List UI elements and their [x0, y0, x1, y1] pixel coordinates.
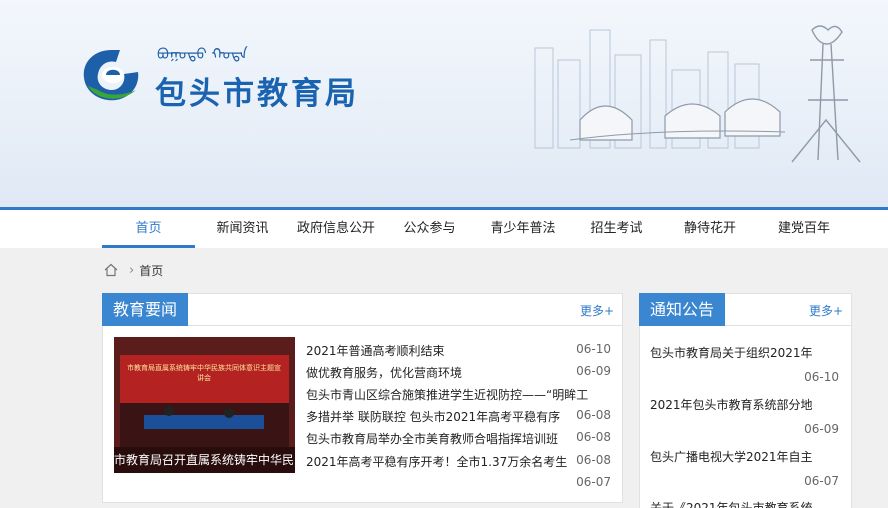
notice-item-date: 06-09 — [804, 422, 839, 436]
notice-item-date: 06-07 — [804, 474, 839, 488]
news-item-title: 做优教育服务，优化营商环境 — [306, 366, 463, 380]
news-item-date: 06-09 — [576, 364, 611, 378]
news-panel-title: 教育要闻 — [102, 293, 189, 326]
notice-panel: 通知公告 更多+ 包头市教育局关于组织2021年 06-10 2021年包头市教… — [639, 293, 852, 508]
news-item[interactable]: 2021年高考平稳有序开考！全市1.37万余名考生 06-08 — [306, 453, 611, 475]
news-item-date: 06-08 — [576, 453, 611, 467]
main-nav: 首页 新闻资讯 政府信息公开 公众参与 青少年普法 招生考试 静待花开 建党百年 — [0, 210, 888, 248]
nav-gov-info[interactable]: 政府信息公开 — [289, 210, 383, 248]
photo-banner-text: 市教育局直属系统铸牢中华民族共同体意识主题宣讲会 — [127, 364, 281, 382]
news-item[interactable]: 多措并举 联防联控 包头市2021年高考平稳有序 06-08 — [306, 408, 611, 430]
notice-item-title[interactable]: 2021年包头市教育系统部分地 — [650, 396, 813, 413]
news-item[interactable]: 2021年普通高考顺利结束 06-10 — [306, 342, 611, 364]
notice-more-link[interactable]: 更多+ — [809, 302, 843, 319]
news-panel: 教育要闻 更多+ 市教育局直属系统铸牢中华民族共同体意识主题宣讲会 市教育局召开… — [102, 293, 623, 503]
nav-home[interactable]: 首页 — [102, 210, 195, 248]
chevron-right-icon: › — [129, 262, 135, 278]
news-panel-header: 教育要闻 更多+ — [102, 293, 622, 326]
news-item[interactable]: 包头市教育局举办全市美育教师合唱指挥培训班 06-08 — [306, 430, 611, 452]
news-item-title: 包头市青山区综合施策推进学生近视防控——“明眸工 — [306, 388, 589, 402]
home-icon[interactable] — [104, 263, 118, 277]
breadcrumb: › 首页 — [104, 261, 163, 279]
nav-news[interactable]: 新闻资讯 — [196, 210, 289, 248]
news-item-title: 2021年普通高考顺利结束 — [306, 344, 445, 358]
logo-icon — [83, 50, 139, 101]
notice-item-date: 06-10 — [804, 370, 839, 384]
nav-public[interactable]: 公众参与 — [383, 210, 476, 248]
news-item[interactable]: 06-07 — [306, 475, 611, 497]
notice-item-title[interactable]: 包头广播电视大学2021年自主 — [650, 448, 813, 465]
news-more-link[interactable]: 更多+ — [580, 302, 614, 319]
news-item-title: 包头市教育局举办全市美育教师合唱指挥培训班 — [306, 432, 559, 446]
notice-item-title[interactable]: 关于《2021年包头市教育系统 — [650, 499, 813, 508]
notice-panel-title: 通知公告 — [639, 293, 726, 326]
news-photo[interactable]: 市教育局直属系统铸牢中华民族共同体意识主题宣讲会 市教育局召开直属系统铸牢中华民 — [114, 337, 295, 473]
notice-item-title[interactable]: 包头市教育局关于组织2021年 — [650, 344, 813, 361]
news-item-title: 2021年高考平稳有序开考！全市1.37万余名考生 — [306, 455, 568, 469]
news-item[interactable]: 做优教育服务，优化营商环境 06-09 — [306, 364, 611, 386]
nav-bloom[interactable]: 静待花开 — [663, 210, 757, 248]
header-banner: ᠪᠤᠭᠤᠲᠤ ᠬᠣᠲᠠ 包头市教育局 — [0, 0, 888, 207]
breadcrumb-current: 首页 — [139, 263, 164, 278]
nav-admission[interactable]: 招生考试 — [570, 210, 663, 248]
skyline-decoration — [534, 25, 861, 163]
news-item-date: 06-07 — [576, 475, 611, 489]
nav-law[interactable]: 青少年普法 — [476, 210, 570, 248]
nav-party[interactable]: 建党百年 — [757, 210, 851, 248]
news-item-title: 多措并举 联防联控 包头市2021年高考平稳有序 — [306, 410, 561, 424]
notice-panel-header: 通知公告 更多+ — [639, 293, 851, 326]
news-item-date: 06-08 — [576, 408, 611, 422]
news-photo-caption: 市教育局召开直属系统铸牢中华民 — [114, 447, 295, 473]
news-item-date: 06-08 — [576, 430, 611, 444]
mongolian-title: ᠪᠤᠭᠤᠲᠤ ᠬᠣᠲᠠ — [157, 45, 248, 63]
news-item[interactable]: 包头市青山区综合施策推进学生近视防控——“明眸工 — [306, 386, 611, 408]
site-title: 包头市教育局 — [155, 76, 359, 112]
nav-active-indicator — [102, 245, 195, 248]
news-item-date: 06-10 — [576, 342, 611, 356]
